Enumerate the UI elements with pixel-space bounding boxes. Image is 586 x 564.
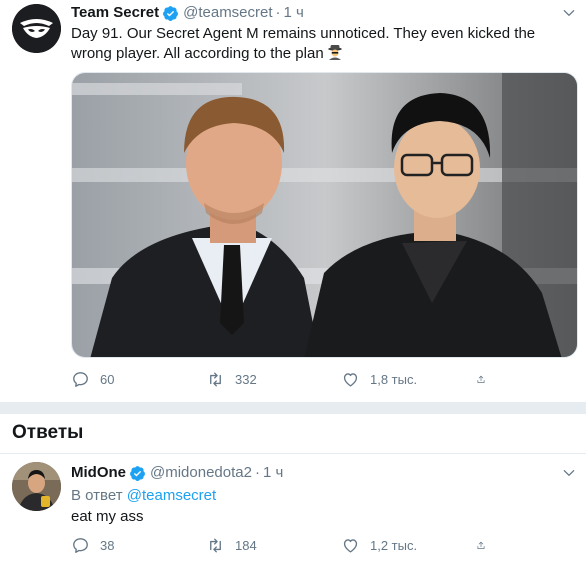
retweet-count: 332	[235, 371, 257, 387]
tweet-timestamp[interactable]: 1 ч	[284, 3, 304, 23]
midone-avatar[interactable]	[12, 462, 61, 511]
share-button[interactable]	[476, 369, 496, 389]
heart-icon	[343, 372, 358, 387]
reply-timestamp[interactable]: 1 ч	[263, 463, 283, 483]
retweet-count: 184	[235, 537, 257, 553]
like-button[interactable]: 1,2 тыс.	[341, 535, 476, 555]
author-handle[interactable]: @teamsecret	[183, 3, 272, 23]
share-icon	[477, 541, 485, 549]
tweet-body: Day 91. Our Secret Agent M remains unnot…	[71, 25, 536, 62]
reply-actions: 38 184 1,2 тыс.	[71, 535, 501, 555]
replies-divider	[0, 453, 586, 454]
share-icon	[477, 375, 485, 383]
like-button[interactable]: 1,8 тыс.	[341, 369, 476, 389]
reply-button[interactable]: 38	[71, 535, 206, 555]
reply-author-display-name[interactable]: MidOne	[71, 463, 126, 483]
section-divider	[0, 402, 586, 414]
reply-author-handle[interactable]: @midonedota2	[150, 463, 252, 483]
chevron-down-icon[interactable]	[562, 466, 576, 480]
team-secret-logo-icon	[12, 4, 61, 53]
reply-icon	[73, 371, 88, 387]
tweet-media-image[interactable]	[71, 72, 578, 358]
time-separator: ·	[275, 4, 281, 21]
retweet-icon	[210, 371, 221, 387]
heart-icon	[343, 538, 358, 553]
reply-prefix: В ответ	[71, 487, 123, 504]
reply-count: 60	[100, 371, 115, 387]
avatar-photo	[12, 462, 61, 511]
reply-body: eat my ass	[71, 508, 144, 525]
reply-mention-link[interactable]: @teamsecret	[127, 487, 216, 504]
author-display-name[interactable]: Team Secret	[71, 3, 159, 23]
share-button[interactable]	[476, 535, 496, 555]
retweet-icon	[210, 537, 221, 553]
tweet-header: Team Secret @teamsecret · 1 ч	[71, 3, 304, 23]
like-count: 1,8 тыс.	[370, 371, 418, 387]
reply-header: MidOne @midonedota2 · 1 ч	[71, 463, 283, 483]
verified-badge-icon	[163, 5, 179, 21]
team-secret-avatar[interactable]	[12, 4, 61, 53]
photo-two-men	[72, 73, 577, 357]
verified-badge-icon	[130, 465, 145, 481]
reply-icon	[73, 537, 88, 553]
chevron-down-icon[interactable]	[562, 6, 576, 20]
spy-emoji-icon	[327, 45, 342, 60]
retweet-button[interactable]: 184	[206, 535, 341, 555]
like-count: 1,2 тыс.	[370, 537, 418, 553]
tweet-text: Day 91. Our Secret Agent M remains unnot…	[71, 24, 577, 64]
reply-button[interactable]: 60	[71, 369, 206, 389]
replying-to: В ответ @teamsecret	[71, 486, 216, 506]
time-separator: ·	[254, 464, 260, 481]
retweet-button[interactable]: 332	[206, 369, 341, 389]
main-tweet[interactable]: Team Secret @teamsecret · 1 ч Day 91. Ou…	[0, 0, 586, 402]
replies-heading: Ответы	[12, 422, 84, 443]
reply-count: 38	[100, 537, 115, 553]
tweet-actions: 60 332 1,8 тыс.	[71, 369, 501, 389]
